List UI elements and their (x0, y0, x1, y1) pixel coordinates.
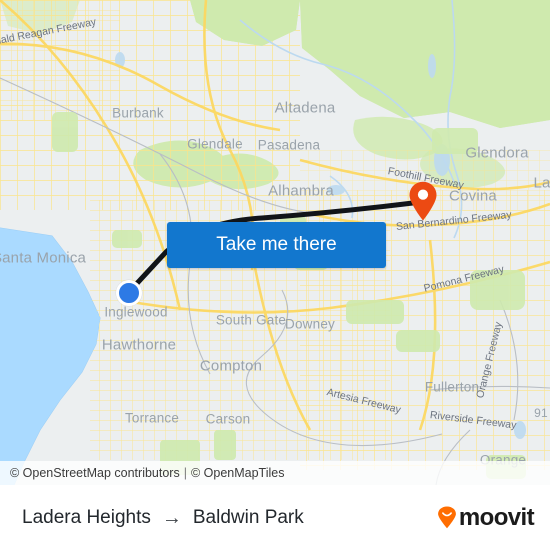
attribution-osm[interactable]: © OpenStreetMap contributors (10, 466, 180, 480)
moovit-trip-map-screen: Burbank Glendale Altadena Pasadena Glend… (0, 0, 550, 550)
origin-marker-icon[interactable] (116, 280, 142, 306)
take-me-there-button[interactable]: Take me there (167, 222, 386, 268)
trip-destination-label: Baldwin Park (192, 506, 304, 528)
moovit-pin-icon (437, 506, 457, 529)
moovit-wordmark: moovit (458, 503, 535, 531)
trip-origin-label: Ladera Heights (22, 506, 151, 528)
arrow-right-icon: → (161, 506, 182, 529)
map-attribution-bar: © OpenStreetMap contributors | © OpenMap… (0, 461, 550, 485)
footer-bar: Ladera Heights → Baldwin Park moovit (0, 485, 550, 550)
map-canvas[interactable]: Burbank Glendale Altadena Pasadena Glend… (0, 0, 550, 485)
destination-marker-icon[interactable] (408, 181, 438, 221)
attribution-tiles[interactable]: © OpenMapTiles (191, 466, 285, 480)
moovit-logo[interactable]: moovit (437, 503, 535, 531)
trip-title: Ladera Heights → Baldwin Park (22, 507, 304, 529)
attribution-separator: | (183, 466, 187, 480)
